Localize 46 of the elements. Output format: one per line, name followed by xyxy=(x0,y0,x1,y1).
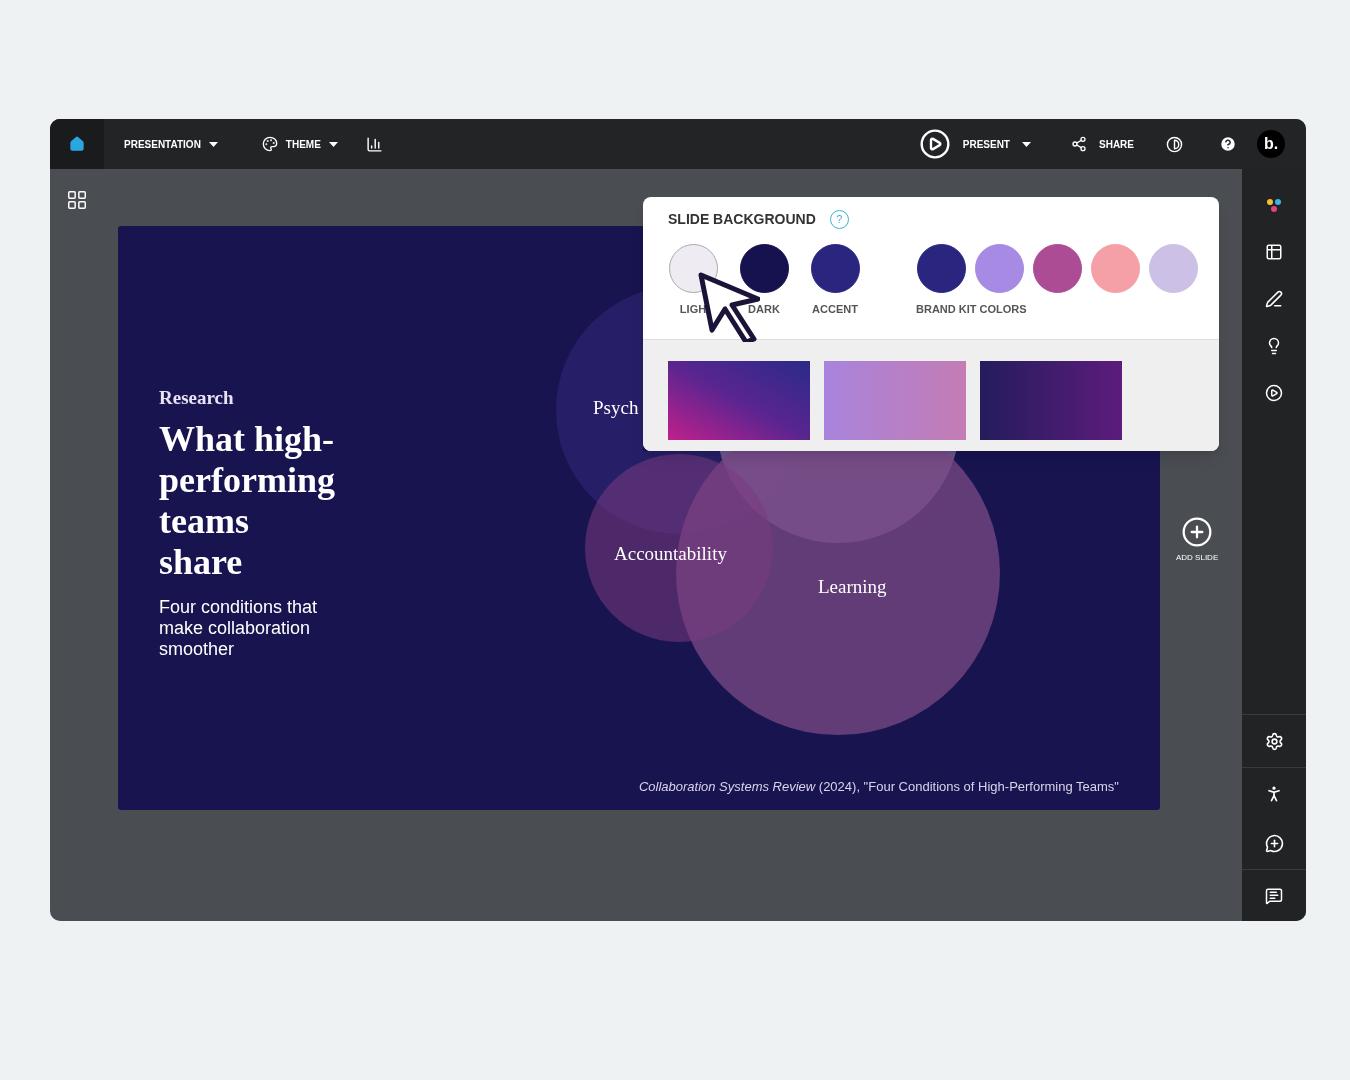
add-slide-button[interactable]: ADD SLIDE xyxy=(1176,516,1219,564)
slide-title: What high-performing teams share xyxy=(159,418,336,583)
color-swatch[interactable] xyxy=(810,244,860,293)
color-swatch[interactable] xyxy=(1032,244,1082,293)
gradient-swatch[interactable] xyxy=(980,361,1122,440)
share-button[interactable]: SHARE xyxy=(1071,136,1134,152)
swatch-label: ACCENT xyxy=(812,302,858,317)
popover-title: SLIDE BACKGROUND xyxy=(668,210,816,229)
help-icon[interactable] xyxy=(1219,135,1237,153)
brand-kit-label: BRAND KIT COLORS xyxy=(916,302,1028,317)
grid-view-icon[interactable] xyxy=(66,189,88,211)
home-icon xyxy=(69,136,85,152)
palette-icon xyxy=(261,136,278,152)
gradient-swatch[interactable] xyxy=(824,361,966,440)
color-swatch[interactable] xyxy=(739,244,789,293)
present-button[interactable]: PRESENT xyxy=(918,128,1031,160)
caret-icon xyxy=(328,141,338,147)
diagram-label: Accountability xyxy=(614,542,727,566)
chart-icon[interactable] xyxy=(365,135,383,153)
diagram-label: Psych xyxy=(593,396,639,420)
gradient-swatch[interactable] xyxy=(668,361,810,440)
caret-icon xyxy=(208,141,218,147)
share-icon xyxy=(1071,136,1087,152)
layout-icon[interactable] xyxy=(1265,243,1283,261)
home-button[interactable] xyxy=(50,119,104,169)
color-swatch[interactable] xyxy=(916,244,966,293)
presentation-menu[interactable]: PRESENTATION xyxy=(124,136,218,152)
settings-icon[interactable] xyxy=(1264,731,1284,751)
play-icon xyxy=(918,128,951,160)
swatch-label: LIGH xyxy=(679,302,707,317)
play-icon[interactable] xyxy=(1265,384,1283,402)
color-swatch[interactable] xyxy=(974,244,1024,293)
comment-add-icon[interactable] xyxy=(1264,834,1284,853)
color-dots-icon[interactable] xyxy=(1265,196,1283,214)
swatch-label: DARK xyxy=(748,302,780,317)
source-citation: Collaboration Systems Review (2024), "Four Conditions of High-Performing Teams" xyxy=(638,777,1119,796)
caret-icon xyxy=(1022,141,1031,147)
plus-icon xyxy=(1181,516,1214,548)
theme-menu[interactable]: THEME xyxy=(261,136,338,152)
color-swatch[interactable] xyxy=(1090,244,1140,293)
slide-subtitle: Four conditions that make collaboration smoother xyxy=(159,596,319,660)
slide-eyebrow: Research xyxy=(159,386,235,410)
avatar[interactable]: b. xyxy=(1257,130,1285,158)
contrast-icon[interactable] xyxy=(1166,135,1183,153)
diagram-label: Learning xyxy=(818,575,887,599)
notes-icon[interactable] xyxy=(1265,886,1283,905)
